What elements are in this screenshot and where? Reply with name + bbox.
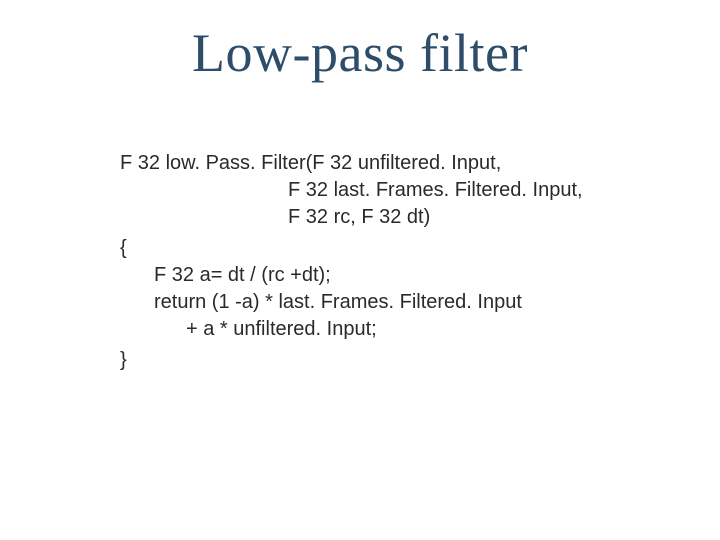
slide: Low-pass filter F 32 low. Pass. Filter(F… <box>0 0 720 540</box>
code-line-signature-1: F 32 low. Pass. Filter(F 32 unfiltered. … <box>120 150 620 177</box>
slide-title: Low-pass filter <box>0 22 720 84</box>
code-line-body-2: return (1 -a) * last. Frames. Filtered. … <box>120 289 620 316</box>
code-line-body-3: + a * unfiltered. Input; <box>120 316 620 343</box>
code-line-signature-2: F 32 last. Frames. Filtered. Input, <box>120 177 620 204</box>
code-line-body-1: F 32 a= dt / (rc +dt); <box>120 262 620 289</box>
code-line-signature-3: F 32 rc, F 32 dt) <box>120 204 620 231</box>
code-line-open-brace: { <box>120 235 620 262</box>
code-block: F 32 low. Pass. Filter(F 32 unfiltered. … <box>120 150 620 374</box>
code-line-close-brace: } <box>120 347 620 374</box>
